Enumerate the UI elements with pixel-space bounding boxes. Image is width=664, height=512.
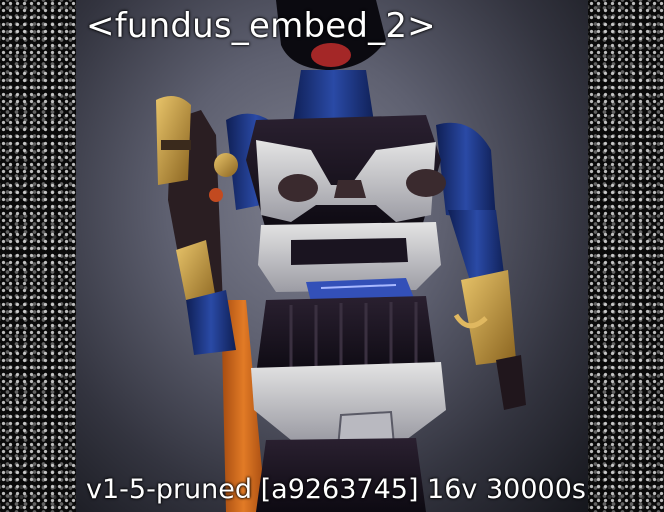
photo-panel xyxy=(76,0,588,512)
left-noise-border xyxy=(0,0,76,512)
image-frame: <fundus_embed_2> v1-5-pruned [a9263745] … xyxy=(0,0,664,512)
right-noise-border xyxy=(588,0,664,512)
robot-figure-illustration xyxy=(156,0,526,512)
model-info-caption: v1-5-pruned [a9263745] 16v 30000s xyxy=(86,474,586,505)
embedding-title: <fundus_embed_2> xyxy=(86,6,436,46)
